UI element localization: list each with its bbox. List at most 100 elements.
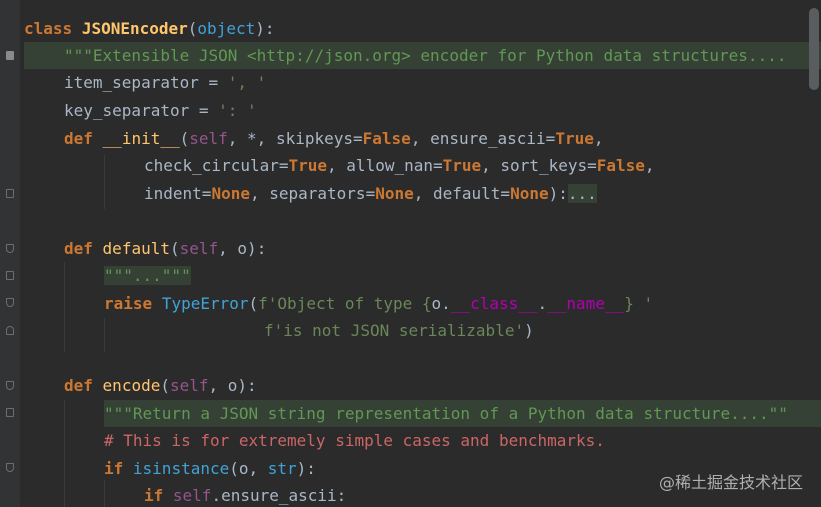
attr-name: item_separator xyxy=(64,73,199,92)
code-line: if self.ensure_ascii: xyxy=(144,482,346,507)
paren: ( xyxy=(169,239,180,258)
fstring: f'is not JSON serializable' xyxy=(264,321,525,340)
expr: o. xyxy=(431,294,451,313)
function-name: default xyxy=(102,239,170,258)
paren: ): xyxy=(255,19,275,38)
code-line: """...""" xyxy=(104,262,191,289)
keyword-none: None xyxy=(375,184,414,203)
scrollbar-thumb[interactable] xyxy=(809,8,819,90)
code-line: def default(self, o): xyxy=(64,235,266,262)
code-line: key_separator = ': ' xyxy=(64,97,257,124)
method-docstring[interactable]: """Return a JSON string representation o… xyxy=(104,404,788,423)
indent-guide xyxy=(64,262,65,352)
params: , default= xyxy=(413,184,511,203)
params: , separators= xyxy=(249,184,376,203)
indent-guide xyxy=(104,318,105,352)
params: , *, skipkeys= xyxy=(227,129,363,148)
editor-gutter xyxy=(0,0,20,507)
code-line: raise TypeError(f'Object of type {o.__cl… xyxy=(104,290,653,317)
keyword-def: def xyxy=(64,129,93,148)
code-line: check_circular=True, allow_nan=True, sor… xyxy=(144,152,655,179)
keyword-def: def xyxy=(64,376,93,395)
paren: ( xyxy=(160,376,170,395)
fold-marker-icon[interactable] xyxy=(6,408,14,417)
code-line: indent=None, separators=None, default=No… xyxy=(144,180,597,207)
self-param: self xyxy=(169,376,209,395)
code-line: # This is for extremely simple cases and… xyxy=(104,427,605,454)
params: , ensure_ascii= xyxy=(410,129,556,148)
exception-class: TypeError xyxy=(161,294,249,313)
fold-marker-icon[interactable] xyxy=(6,189,14,198)
punct: ): xyxy=(548,184,568,203)
dunder-attr: __name__ xyxy=(547,294,625,313)
vertical-scrollbar[interactable] xyxy=(807,0,821,507)
paren: ( xyxy=(248,294,259,313)
keyword-class: class xyxy=(24,19,73,38)
string-literal: ': ' xyxy=(218,101,257,120)
attr-name: key_separator xyxy=(64,101,190,120)
keyword-false: False xyxy=(362,129,411,148)
params: check_circular= xyxy=(144,156,289,175)
fold-collapsed-icon[interactable] xyxy=(6,51,14,60)
self-param: self xyxy=(172,486,212,505)
watermark: @稀土掘金技术社区 xyxy=(658,473,803,492)
args: (o, xyxy=(229,459,268,478)
indent-guide xyxy=(104,480,105,507)
keyword-true: True xyxy=(288,156,328,175)
punct: , xyxy=(593,129,604,148)
string-literal: ', ' xyxy=(227,73,267,92)
comment: # This is for extremely simple cases and… xyxy=(104,431,605,450)
keyword-true: True xyxy=(442,156,482,175)
class-docstring[interactable]: """Extensible JSON <http://json.org> enc… xyxy=(64,46,786,65)
attr-access: .ensure_ascii: xyxy=(211,486,347,505)
builtin-function: isinstance xyxy=(132,459,230,478)
function-name: __init__ xyxy=(102,129,180,148)
punct: , xyxy=(644,156,655,175)
keyword-def: def xyxy=(64,239,93,258)
params: , o): xyxy=(218,239,267,258)
code-line: f'is not JSON serializable') xyxy=(264,317,534,344)
fold-open-icon[interactable] xyxy=(6,244,14,253)
fold-open-icon[interactable] xyxy=(6,463,14,472)
function-name: encode xyxy=(102,376,161,395)
fold-close-icon[interactable] xyxy=(6,326,14,335)
fold-open-icon[interactable] xyxy=(6,381,14,390)
self-param: self xyxy=(189,129,228,148)
code-line: """Return a JSON string representation o… xyxy=(104,400,821,427)
fstring: } ' xyxy=(624,294,654,313)
params: , sort_keys= xyxy=(481,156,597,175)
base-class: object xyxy=(197,19,256,38)
keyword-if: if xyxy=(144,486,164,505)
keyword-none: None xyxy=(510,184,549,203)
indent-guide xyxy=(64,400,65,507)
paren: ) xyxy=(524,321,534,340)
dunder-attr: __class__ xyxy=(450,294,538,313)
operator: = xyxy=(198,73,228,92)
indent-guide xyxy=(104,155,105,209)
code-line: if isinstance(o, str): xyxy=(104,455,316,482)
code-line: def encode(self, o): xyxy=(64,372,257,399)
params: , o): xyxy=(208,376,257,395)
code-editor[interactable]: class JSONEncoder(object): """Extensible… xyxy=(0,0,821,507)
fold-open-icon[interactable] xyxy=(6,298,14,307)
folded-docstring[interactable]: """...""" xyxy=(104,266,191,285)
code-line: class JSONEncoder(object): xyxy=(24,15,274,42)
operator: = xyxy=(189,101,219,120)
fstring: f'Object of type { xyxy=(258,294,432,313)
folded-body-placeholder[interactable]: ... xyxy=(567,184,597,203)
code-line: def __init__(self, *, skipkeys=False, en… xyxy=(64,125,603,152)
paren: ( xyxy=(179,129,190,148)
keyword-true: True xyxy=(555,129,594,148)
keyword-false: False xyxy=(596,156,645,175)
builtin-type: str xyxy=(267,459,297,478)
code-line: item_separator = ', ' xyxy=(64,69,266,96)
keyword-if: if xyxy=(104,459,124,478)
class-name: JSONEncoder xyxy=(81,19,188,38)
keyword-none: None xyxy=(211,184,250,203)
fold-marker-icon[interactable] xyxy=(6,271,14,280)
params: , allow_nan= xyxy=(327,156,443,175)
code-line: """Extensible JSON <http://json.org> enc… xyxy=(24,42,821,69)
params: indent= xyxy=(144,184,212,203)
punct: ): xyxy=(296,459,316,478)
keyword-raise: raise xyxy=(104,294,153,313)
